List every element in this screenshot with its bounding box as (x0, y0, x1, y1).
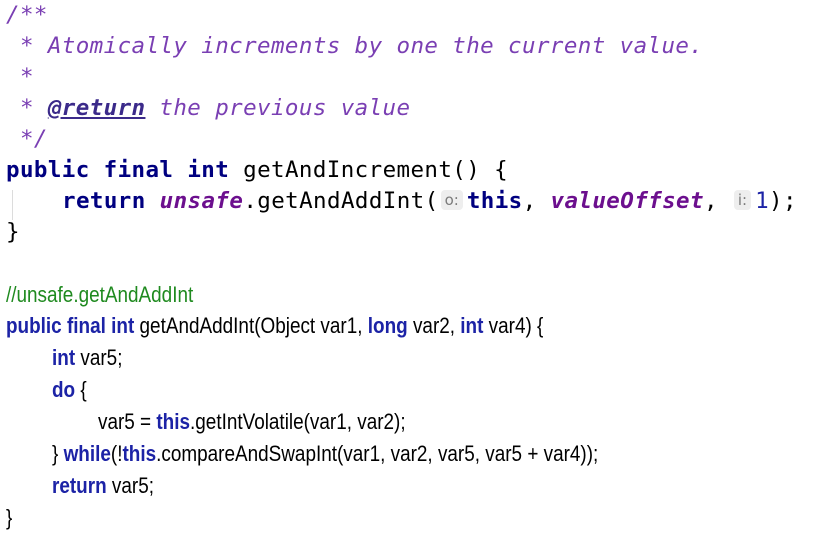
javadoc-close-text: */ (6, 126, 48, 152)
keyword-final: final (103, 157, 174, 183)
method1-signature: public final int getAndIncrement() { (6, 157, 508, 183)
code-editor[interactable]: /** * Atomically increments by one the c… (0, 0, 823, 536)
keyword-final: final (66, 313, 106, 338)
method2-name[interactable]: getAndAddInt(Object var1, (134, 313, 367, 338)
compare-and-swap-call[interactable]: .compareAndSwapInt(var1, var2, var5, var… (156, 441, 598, 466)
javadoc-line-3: * @return the previous value (6, 95, 410, 121)
while-line: } while(!this.compareAndSwapInt(var1, va… (52, 441, 598, 467)
method1-close: } (6, 219, 20, 245)
javadoc-open: /** (6, 2, 48, 28)
value-offset-field[interactable]: valueOffset (551, 188, 704, 214)
keyword-this: this (156, 409, 191, 434)
keyword-public: public (6, 157, 90, 183)
comma: , (522, 188, 551, 214)
javadoc-line-3-text: the previous value (145, 95, 411, 121)
assign-var5: var5 = (98, 409, 157, 434)
indent-guide (12, 190, 13, 220)
param-var2: var2, (407, 313, 461, 338)
keyword-int: int (187, 157, 230, 183)
keyword-int: int (460, 313, 484, 338)
keyword-return: return (52, 473, 107, 498)
return-var5: var5; (106, 473, 154, 498)
close-do-brace: } (52, 441, 64, 466)
javadoc-line-1-text: * Atomically increments by one the curre… (6, 33, 704, 59)
javadoc-line-3-prefix: * (6, 95, 48, 121)
javadoc-open-text: /** (6, 2, 48, 28)
do-line: do { (52, 377, 87, 403)
param-var4: var4) { (483, 313, 544, 338)
javadoc-line-2: * (6, 64, 34, 90)
method1-name[interactable]: getAndIncrement() { (229, 157, 508, 183)
method1-body: return unsafe.getAndAddInt(o: this, value… (62, 188, 797, 214)
var5-declaration: int var5; (52, 345, 122, 371)
literal-one: 1 (755, 188, 770, 214)
keyword-do: do (52, 377, 76, 402)
return-line: return var5; (52, 473, 154, 499)
keyword-int: int (52, 345, 76, 370)
keyword-this: this (122, 441, 157, 466)
close-brace: } (6, 505, 13, 530)
var5-decl-text: var5; (75, 345, 123, 370)
method2-signature: public final int getAndAddInt(Object var… (6, 313, 543, 339)
keyword-public: public (6, 313, 62, 338)
keyword-while: while (63, 441, 111, 466)
javadoc-line-2-text: * (6, 64, 34, 90)
assign-line: var5 = this.getIntVolatile(var1, var2); (98, 409, 406, 435)
method2-close: } (6, 505, 12, 531)
keyword-long: long (367, 313, 408, 338)
comma: , (703, 188, 732, 214)
javadoc-return-tag[interactable]: @return (48, 95, 146, 121)
keyword-int: int (111, 313, 135, 338)
parameter-hint-i: i: (733, 190, 752, 210)
unsafe-field[interactable]: unsafe (160, 188, 244, 214)
keyword-this: this (466, 188, 523, 214)
do-brace: { (75, 377, 87, 402)
close-brace: } (6, 219, 20, 245)
comment-text: //unsafe.getAndAddInt (6, 282, 194, 307)
keyword-return: return (62, 188, 146, 214)
call-end: ); (769, 188, 797, 214)
get-and-add-int-call[interactable]: .getAndAddInt( (243, 188, 438, 214)
javadoc-line-1: * Atomically increments by one the curre… (6, 33, 703, 59)
javadoc-close: */ (6, 126, 48, 152)
while-open: (! (110, 441, 123, 466)
get-int-volatile-call[interactable]: .getIntVolatile(var1, var2); (190, 409, 406, 434)
comment-line: //unsafe.getAndAddInt (6, 282, 193, 308)
parameter-hint-o: o: (440, 190, 463, 210)
